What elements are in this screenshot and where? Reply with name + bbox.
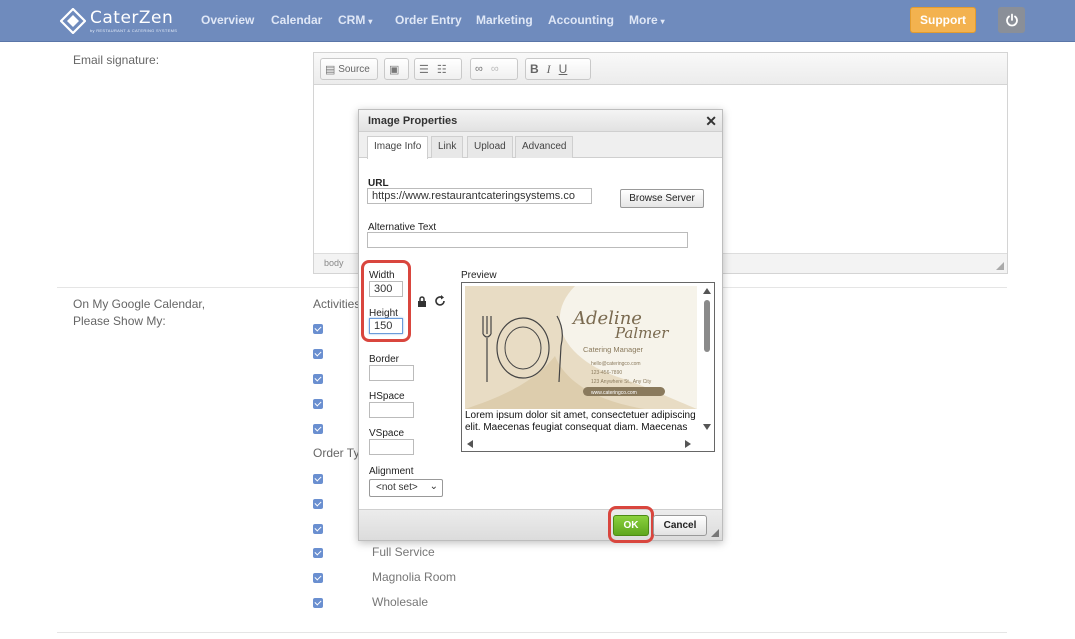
activity-checkbox[interactable] [313,324,323,334]
order-type-checkbox[interactable] [313,474,323,484]
card-address: 123 Anywhere St., Any City [591,379,652,385]
cancel-button[interactable]: Cancel [653,515,707,536]
chevron-down-icon: ⌄ [429,481,438,492]
document-icon: ▤ [325,63,336,76]
checkbox-label: Magnolia Room [372,570,457,584]
link-button[interactable]: ∞ [471,59,487,79]
email-signature-label: Email signature: [73,53,160,67]
highlight-box [361,260,411,342]
nav-overview[interactable]: Overview [201,13,254,27]
vspace-input[interactable] [369,439,414,455]
order-type-checkbox[interactable] [313,524,323,534]
highlight-box [608,506,654,543]
order-type-checkbox[interactable] [313,573,323,583]
order-type-checkbox[interactable] [313,499,323,509]
browse-server-button[interactable]: Browse Server [620,189,704,208]
top-navigation: CaterZen by RESTAURANT & CATERING SYSTEM… [0,0,1075,42]
google-calendar-label: On My Google Calendar, Please Show My: [73,297,206,328]
vspace-label: VSpace [369,428,405,439]
card-name-last: Palmer [614,324,669,342]
power-button[interactable] [998,7,1025,33]
numbered-list-icon: ☰ [419,63,429,76]
hspace-label: HSpace [369,391,405,402]
unlink-icon: ∞ [490,63,499,75]
border-label: Border [369,354,400,365]
chevron-down-icon: ▾ [660,17,665,26]
bulleted-list-button[interactable]: ☷ [433,59,451,79]
alignment-label: Alignment [369,466,414,477]
card-role: Catering Manager [583,345,644,354]
nav-accounting[interactable]: Accounting [548,13,614,27]
url-input[interactable]: https://www.restaurantcateringsystems.co [367,188,592,204]
checkbox-label: Full Service [372,545,435,559]
power-icon [1005,13,1018,27]
lock-ratio-icon[interactable] [417,296,427,310]
order-type-checkbox[interactable] [313,548,323,558]
preview-vertical-scrollbar[interactable] [702,286,712,436]
card-phone: 123-456-7890 [591,370,622,376]
activity-checkbox[interactable] [313,399,323,409]
image-preview: Adeline Palmer Catering Manager hello@ca… [461,282,715,452]
nav-crm[interactable]: CRM ▾ [338,13,372,27]
nav-calendar[interactable]: Calendar [271,13,322,27]
underline-button[interactable]: U [555,59,572,79]
support-button[interactable]: Support [910,7,976,33]
activity-checkbox[interactable] [313,374,323,384]
link-icon: ∞ [475,63,483,75]
preview-horizontal-scrollbar[interactable] [465,439,697,449]
italic-button[interactable]: I [543,59,555,79]
bulleted-list-icon: ☷ [436,63,447,76]
image-properties-dialog: Image Properties ✕ Image Info Link Uploa… [358,109,723,543]
preview-sample-text: Lorem ipsum dolor sit amet, consectetuer… [465,410,696,433]
hspace-input[interactable] [369,402,414,418]
nav-more[interactable]: More ▾ [629,13,665,27]
resize-grip-icon[interactable] [711,529,719,537]
element-path: body [324,258,344,268]
alt-text-input[interactable] [367,232,688,248]
divider [57,632,1007,633]
dialog-footer: OK Cancel [359,506,722,543]
brand-name: CaterZen [90,7,174,28]
unlink-button[interactable]: ∞ [487,59,503,79]
dialog-body: URL https://www.restaurantcateringsystem… [359,110,722,497]
source-button[interactable]: ▤ Source [321,59,374,79]
chevron-down-icon: ▾ [368,17,373,26]
business-card-image: Adeline Palmer Catering Manager hello@ca… [465,286,697,409]
nav-marketing[interactable]: Marketing [476,13,533,27]
image-icon: ▣ [389,63,400,76]
image-button[interactable]: ▣ [385,59,403,79]
card-website: www.cateringco.com [591,390,637,396]
border-input[interactable] [369,365,414,381]
activities-label: Activities [313,297,361,311]
activity-checkbox[interactable] [313,349,323,359]
bold-button[interactable]: B [526,59,543,79]
order-type-checkbox[interactable] [313,598,323,608]
nav-order-entry[interactable]: Order Entry [395,13,462,27]
checkbox-label: Wholesale [372,595,429,609]
numbered-list-button[interactable]: ☰ [415,59,433,79]
editor-toolbar: ▤ Source ▣ ☰ ☷ ∞ ∞ B I U [314,53,1007,85]
activity-checkbox[interactable] [313,424,323,434]
reset-size-icon[interactable] [435,295,446,310]
logo-diamond-icon [60,8,86,34]
resize-grip-icon[interactable] [996,262,1004,270]
brand-tagline: by RESTAURANT & CATERING SYSTEMS [90,27,178,33]
caterzen-logo[interactable]: CaterZen by RESTAURANT & CATERING SYSTEM… [60,6,177,36]
card-email: hello@cateringco.com [591,361,641,367]
preview-label: Preview [461,270,497,281]
order-types-label: Order Ty [313,446,360,460]
alignment-select[interactable]: <not set> ⌄ [369,479,443,497]
